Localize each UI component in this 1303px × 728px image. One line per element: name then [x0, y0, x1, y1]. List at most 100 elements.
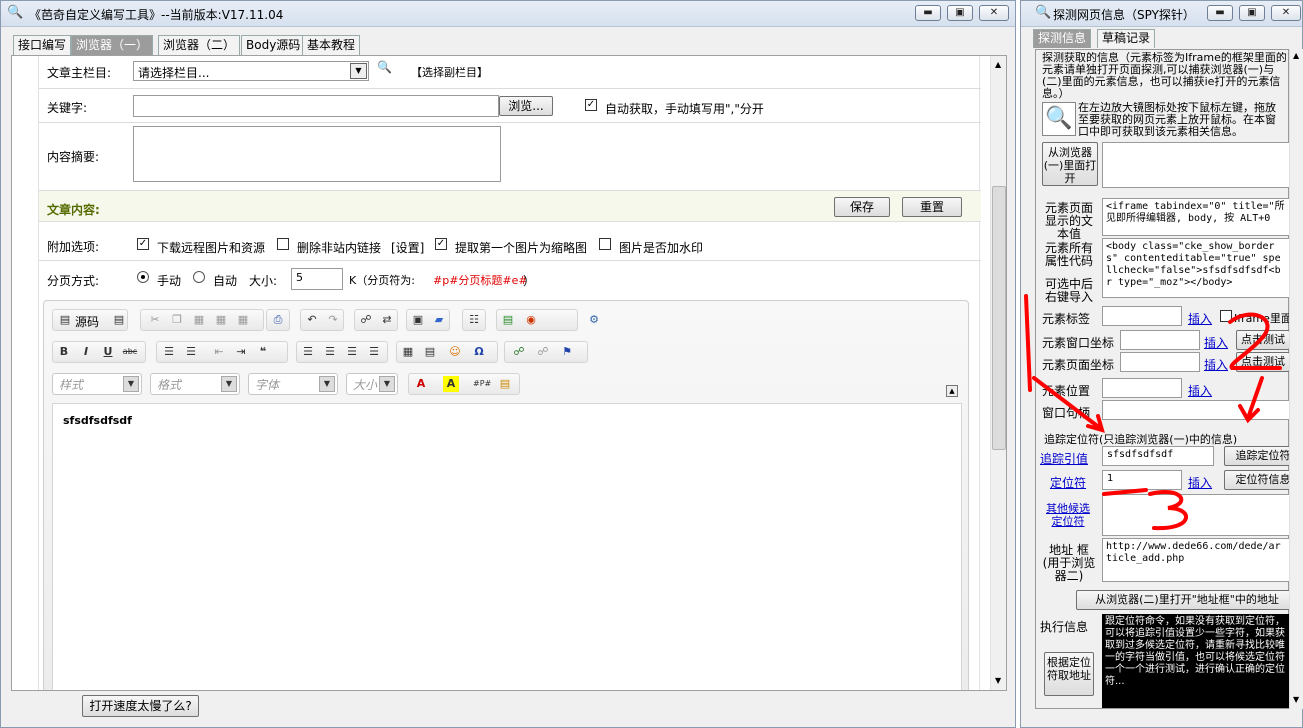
align-center-icon[interactable]: ☰	[322, 344, 338, 360]
preview-icon[interactable]: ☷	[466, 312, 482, 328]
bold-icon[interactable]: B	[56, 344, 72, 360]
link-icon[interactable]: ☍	[511, 344, 527, 360]
tab-body-source[interactable]: Body源码	[241, 35, 306, 55]
summary-textarea[interactable]	[133, 126, 501, 182]
source-icon[interactable]: ▤	[57, 312, 73, 328]
tab-drafts[interactable]: 草稿记录	[1097, 29, 1156, 48]
spy-close-button[interactable]: ✕	[1271, 5, 1301, 21]
speed-button[interactable]: 打开速度太慢了么?	[82, 695, 199, 717]
size-combo[interactable]: 大小 ▼	[346, 373, 398, 395]
keywords-input[interactable]	[133, 95, 499, 117]
tab-spy-info[interactable]: 探测信息	[1033, 29, 1092, 48]
anchor-flag-icon[interactable]: ⚑	[559, 344, 575, 360]
numbered-list-icon[interactable]: ☰	[161, 344, 177, 360]
size-input[interactable]: 5	[291, 268, 343, 290]
first-image-checkbox[interactable]: ✓	[435, 238, 447, 250]
main-scrollbar[interactable]: ▲ ▼	[990, 56, 1006, 690]
spy-scroll-up-icon[interactable]: ▲	[1293, 51, 1299, 60]
source-button[interactable]: 源码	[75, 313, 99, 330]
link-settings[interactable]: [设置]	[391, 239, 424, 256]
format-combo[interactable]: 格式 ▼	[150, 373, 240, 395]
win-coord-input[interactable]	[1120, 330, 1200, 350]
other-locator-textarea[interactable]	[1102, 494, 1290, 536]
scroll-up-icon[interactable]: ▲	[995, 60, 1001, 69]
remove-links-checkbox[interactable]	[277, 238, 289, 250]
scroll-thumb[interactable]	[992, 186, 1006, 450]
get-address-button[interactable]: 根据定位符取地址	[1044, 652, 1094, 696]
sub-column-link[interactable]: 【选择副栏目】	[411, 64, 488, 80]
align-justify-icon[interactable]: ☰	[366, 344, 382, 360]
element-attrs-value[interactable]: <body class="cke_show_borders" contented…	[1102, 238, 1290, 298]
collapse-toolbar-button[interactable]: ▲	[946, 385, 958, 397]
spy-minimize-button[interactable]: ▬	[1207, 5, 1233, 21]
search-icon[interactable]: 🔍	[377, 60, 392, 74]
template-icon[interactable]: ▤	[497, 376, 513, 392]
editor-body[interactable]: sfsdfsdfsdf	[52, 403, 962, 690]
tab-api-write[interactable]: 接口编写	[13, 35, 72, 55]
tab-tutorial[interactable]: 基本教程	[302, 35, 361, 55]
minimize-button[interactable]: ▬	[915, 5, 941, 21]
bg-color-icon[interactable]: A	[443, 376, 459, 392]
underline-icon[interactable]: U	[100, 344, 116, 360]
style-combo[interactable]: 样式 ▼	[52, 373, 142, 395]
spy-maximize-button[interactable]: ▣	[1239, 5, 1265, 21]
paging-auto-radio[interactable]	[193, 271, 205, 283]
other-locator-link[interactable]: 其他候选定位符	[1042, 502, 1094, 528]
page-break-icon[interactable]: #P#	[473, 376, 491, 392]
paste-icon[interactable]: ▦	[191, 312, 207, 328]
paste-word-icon[interactable]: ▦	[235, 312, 251, 328]
horizontal-rule-icon[interactable]: ▤	[422, 344, 438, 360]
position-input[interactable]	[1102, 378, 1182, 398]
redo-icon[interactable]: ↷	[325, 312, 341, 328]
cut-icon[interactable]: ✂	[147, 312, 163, 328]
track-ref-link[interactable]: 追踪引值	[1040, 450, 1088, 467]
font-combo[interactable]: 字体 ▼	[248, 373, 338, 395]
column-select[interactable]: 请选择栏目... ▼	[133, 61, 369, 81]
locator-insert-link[interactable]: 插入	[1188, 474, 1212, 491]
italic-icon[interactable]: I	[78, 344, 94, 360]
table-icon[interactable]: ▦	[400, 344, 416, 360]
address-textarea[interactable]: http://www.dede66.com/dede/article_add.p…	[1102, 538, 1290, 582]
spy-scroll-down-icon[interactable]: ▼	[1293, 695, 1299, 704]
paging-manual-radio[interactable]	[137, 271, 149, 283]
close-button[interactable]: ✕	[979, 5, 1009, 21]
open-from-browser1-button[interactable]: 从浏览器(一)里面打开	[1042, 142, 1098, 186]
open-in-browser2-button[interactable]: 从浏览器(二)里打开"地址框"中的地址	[1076, 590, 1298, 610]
special-char-icon[interactable]: Ω	[471, 344, 487, 360]
auto-fetch-checkbox[interactable]: ✓	[585, 99, 597, 111]
tag-insert-link[interactable]: 插入	[1188, 310, 1212, 327]
document-icon[interactable]: ▤	[111, 312, 127, 328]
indent-icon[interactable]: ⇥	[233, 344, 249, 360]
paste-text-icon[interactable]: ▦	[213, 312, 229, 328]
download-remote-checkbox[interactable]: ✓	[137, 238, 149, 250]
copy-icon[interactable]: ❐	[169, 312, 185, 328]
page-click-test-button[interactable]: 点击测试	[1236, 352, 1290, 372]
select-all-icon[interactable]: ▣	[410, 312, 426, 328]
scroll-down-icon[interactable]: ▼	[995, 676, 1001, 685]
smiley-icon[interactable]: ☺	[447, 344, 463, 360]
reset-button[interactable]: 重置	[902, 197, 962, 217]
blockquote-icon[interactable]: ❝	[255, 344, 271, 360]
bulleted-list-icon[interactable]: ☰	[183, 344, 199, 360]
outdent-icon[interactable]: ⇤	[211, 344, 227, 360]
locator-link[interactable]: 定位符	[1050, 474, 1086, 491]
locator-input[interactable]: 1	[1102, 470, 1182, 490]
replace-icon[interactable]: ⇄	[379, 312, 395, 328]
preview-textarea[interactable]	[1102, 142, 1290, 188]
strike-icon[interactable]: abc	[122, 344, 138, 360]
unlink-icon[interactable]: ☍	[535, 344, 551, 360]
drag-magnifier[interactable]: 🔍	[1042, 102, 1076, 136]
iframe-inside-checkbox[interactable]	[1220, 310, 1232, 322]
window-handle-input[interactable]	[1102, 400, 1290, 420]
watermark-checkbox[interactable]	[599, 238, 611, 250]
track-ref-input[interactable]: sfsdfsdfsdf	[1102, 446, 1214, 466]
undo-icon[interactable]: ↶	[304, 312, 320, 328]
maximize-editor-icon[interactable]: ⚙	[586, 312, 602, 328]
tab-browser-2[interactable]: 浏览器（二）	[158, 35, 241, 55]
position-insert-link[interactable]: 插入	[1188, 382, 1212, 399]
spy-scrollbar[interactable]: ▲ ▼	[1289, 49, 1303, 709]
page-coord-input[interactable]	[1120, 352, 1200, 372]
element-text-value[interactable]: <iframe tabindex="0" title="所见即所得编辑器, bo…	[1102, 198, 1290, 236]
text-color-icon[interactable]: A	[413, 376, 429, 392]
image-icon[interactable]: ▤	[500, 312, 516, 328]
